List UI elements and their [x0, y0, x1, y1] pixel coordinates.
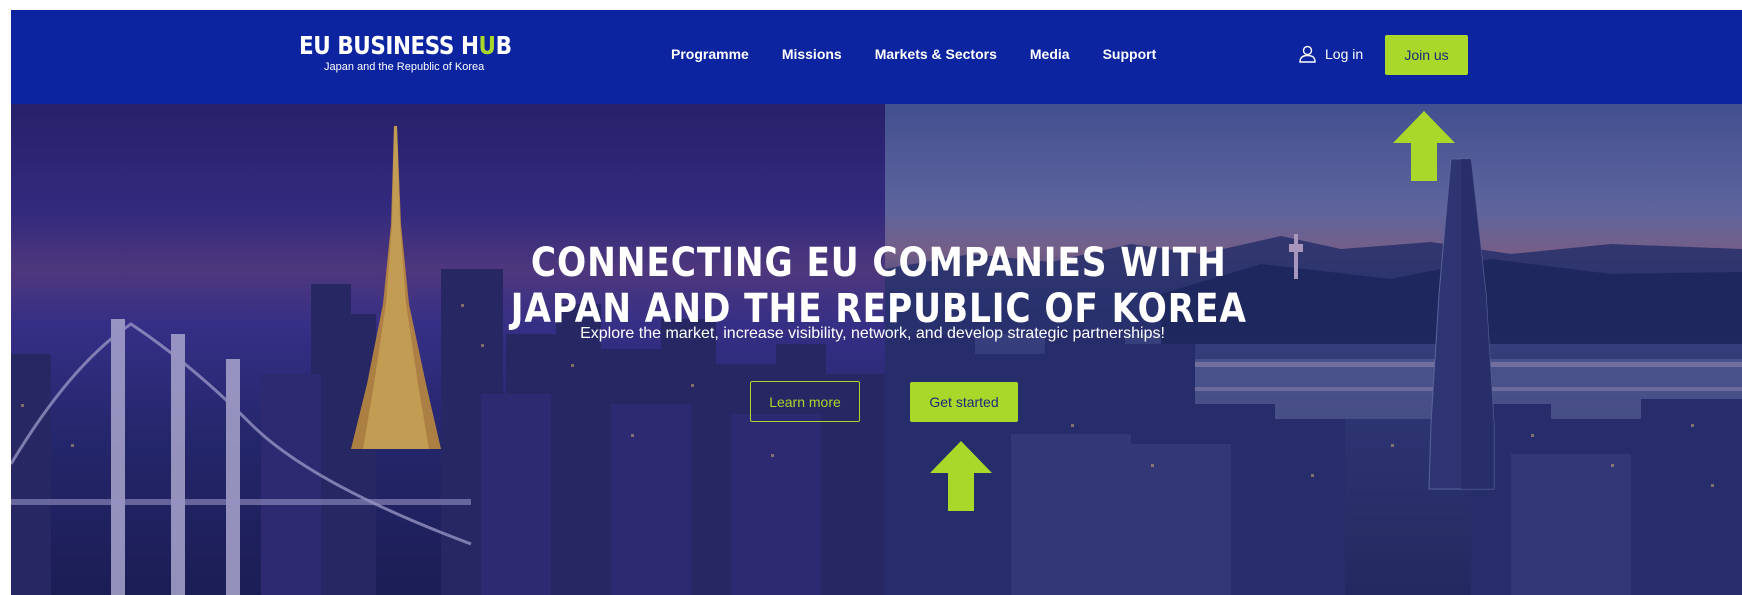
logo-subtitle: Japan and the Republic of Korea: [324, 61, 485, 73]
hero-section: CONNECTING EU COMPANIES WITH JAPAN AND T…: [11, 104, 1742, 595]
nav-item-markets-sectors[interactable]: Markets & Sectors: [875, 46, 997, 62]
user-icon: [1299, 45, 1316, 63]
join-us-button[interactable]: Join us: [1385, 35, 1468, 75]
browser-viewport: EU BUSINESS HUB Japan and the Republic o…: [11, 10, 1742, 595]
nav-item-media[interactable]: Media: [1030, 46, 1070, 62]
site-header: EU BUSINESS HUB Japan and the Republic o…: [11, 10, 1742, 104]
hero-title-line-1: CONNECTING EU COMPANIES WITH: [530, 240, 1227, 286]
logo-wordmark: EU BUSINESS HUB: [299, 31, 512, 60]
arrow-up-icon: [930, 441, 992, 511]
site-logo[interactable]: EU BUSINESS HUB Japan and the Republic o…: [299, 31, 512, 74]
nav-item-missions[interactable]: Missions: [782, 46, 842, 62]
hero-title: CONNECTING EU COMPANIES WITH JAPAN AND T…: [134, 240, 1623, 332]
hero-dim-overlay: [11, 104, 1742, 595]
login-label: Log in: [1325, 46, 1364, 62]
nav-item-programme[interactable]: Programme: [671, 46, 749, 62]
get-started-button[interactable]: Get started: [910, 382, 1018, 422]
hero-subtitle: Explore the market, increase visibility,…: [580, 325, 1165, 342]
arrow-up-icon: [1393, 111, 1455, 181]
main-nav: Programme Missions Markets & Sectors Med…: [671, 46, 1156, 62]
login-link[interactable]: Log in: [1299, 45, 1363, 63]
nav-item-support[interactable]: Support: [1103, 46, 1157, 62]
learn-more-button[interactable]: Learn more: [750, 381, 860, 422]
